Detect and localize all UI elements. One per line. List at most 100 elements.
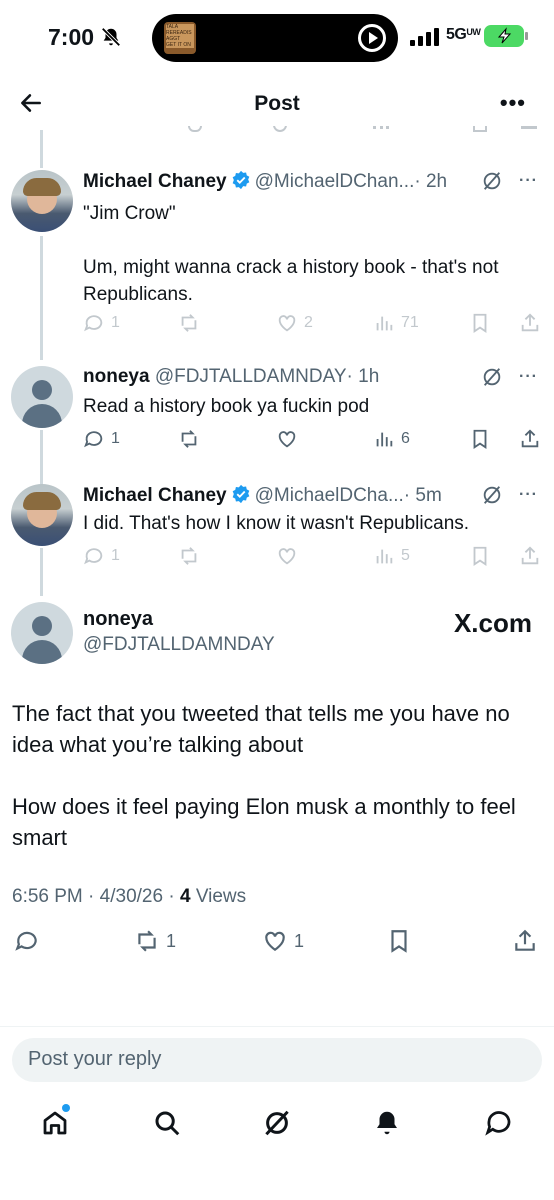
home-icon bbox=[43, 1111, 67, 1135]
reply-header: noneya @FDJTALLDAMNDAY· 1h bbox=[83, 366, 379, 388]
like-button[interactable]: 1 bbox=[262, 928, 304, 954]
post-meta: 6:56 PM · 4/30/26 · 4 Views bbox=[12, 886, 247, 907]
status-bar: 7:00 TALA REREADIS AGGT GET IT ON 5GUW bbox=[0, 0, 554, 76]
author-handle: @MichaelDChan... bbox=[254, 171, 415, 192]
repost-button[interactable] bbox=[178, 545, 206, 567]
grok-icon bbox=[265, 1110, 289, 1136]
bookmark-icon bbox=[473, 313, 487, 333]
reply-icon bbox=[84, 431, 103, 448]
reply-icon bbox=[84, 315, 103, 332]
reply-icon bbox=[15, 931, 37, 951]
now-playing-thumbnail: TALA REREADIS AGGT GET IT ON bbox=[164, 22, 196, 54]
more-icon[interactable]: ··· bbox=[519, 172, 538, 190]
author-name[interactable]: noneya bbox=[83, 366, 150, 387]
reply-input[interactable]: Post your reply bbox=[12, 1038, 542, 1082]
views-icon bbox=[376, 316, 393, 331]
author-name[interactable]: Michael Chaney bbox=[83, 171, 227, 192]
avatar[interactable] bbox=[11, 366, 73, 428]
grok-icon[interactable] bbox=[481, 366, 503, 388]
share-icon bbox=[521, 546, 539, 565]
repost-icon bbox=[138, 930, 156, 952]
grok-icon[interactable] bbox=[481, 170, 503, 192]
share-button[interactable] bbox=[519, 312, 541, 334]
search-icon bbox=[155, 1111, 180, 1136]
reply-button[interactable]: 1 bbox=[83, 428, 120, 450]
clipped-previous-actions bbox=[83, 126, 543, 136]
author-name[interactable]: Michael Chaney bbox=[83, 485, 227, 506]
page-title: Post bbox=[254, 92, 300, 115]
repost-icon bbox=[181, 430, 197, 448]
dynamic-island[interactable]: TALA REREADIS AGGT GET IT ON bbox=[152, 14, 398, 62]
repost-icon bbox=[181, 314, 197, 332]
battery-charging-icon bbox=[484, 25, 528, 47]
more-options-icon[interactable]: ••• bbox=[500, 90, 526, 116]
author-name[interactable]: noneya bbox=[83, 608, 153, 631]
views-button[interactable]: 6 bbox=[373, 428, 410, 450]
reply-text: Read a history book ya fuckin pod bbox=[83, 396, 370, 417]
views-count: 4 bbox=[179, 886, 191, 907]
thread-line bbox=[40, 548, 43, 596]
post-text: The fact that you tweeted that tells me … bbox=[12, 701, 516, 850]
views-button[interactable]: 71 bbox=[373, 312, 419, 334]
reply-icon bbox=[84, 548, 103, 565]
bookmark-icon bbox=[391, 930, 407, 953]
views-icon bbox=[376, 432, 393, 447]
bookmark-button[interactable] bbox=[469, 428, 491, 450]
more-icon[interactable]: ··· bbox=[519, 368, 538, 386]
repost-button[interactable] bbox=[178, 312, 206, 334]
author-handle: @FDJTALLDAMNDAY bbox=[154, 366, 347, 387]
views-button[interactable]: 5 bbox=[373, 545, 410, 567]
xcom-watermark: X.com bbox=[453, 608, 532, 638]
avatar[interactable] bbox=[11, 170, 73, 232]
like-button[interactable] bbox=[276, 545, 304, 567]
thread-line bbox=[40, 236, 43, 360]
share-button[interactable] bbox=[519, 545, 541, 567]
network-type: 5GUW bbox=[446, 26, 481, 43]
reply-button[interactable]: 1 bbox=[83, 545, 120, 567]
tab-search[interactable] bbox=[152, 1108, 182, 1138]
play-icon[interactable] bbox=[358, 24, 386, 52]
avatar[interactable] bbox=[11, 602, 73, 664]
bell-muted-icon bbox=[101, 27, 121, 47]
avatar[interactable] bbox=[11, 484, 73, 546]
views-icon bbox=[376, 549, 393, 564]
reply-button[interactable] bbox=[14, 928, 40, 954]
share-button[interactable] bbox=[512, 928, 538, 954]
heart-icon bbox=[278, 431, 296, 448]
bookmark-icon bbox=[473, 546, 487, 566]
heart-icon bbox=[265, 931, 285, 951]
reply-text: "Jim Crow" Um, might wanna crack a histo… bbox=[83, 203, 499, 305]
repost-button[interactable]: 1 bbox=[134, 928, 176, 954]
reply-button[interactable]: 1 bbox=[83, 312, 120, 334]
author-handle: @FDJTALLDAMNDAY bbox=[83, 634, 275, 655]
share-icon bbox=[521, 313, 539, 332]
like-button[interactable]: 2 bbox=[276, 312, 313, 334]
repost-button[interactable] bbox=[178, 428, 206, 450]
message-icon bbox=[485, 1111, 511, 1136]
more-icon[interactable]: ··· bbox=[519, 486, 538, 504]
post-time: 6:56 PM bbox=[12, 886, 83, 907]
post-menu: ··· bbox=[481, 484, 538, 506]
tab-messages[interactable] bbox=[484, 1108, 514, 1138]
bookmark-button[interactable] bbox=[386, 928, 412, 954]
bookmark-button[interactable] bbox=[469, 312, 491, 334]
views-label: Views bbox=[195, 886, 247, 907]
divider bbox=[0, 1026, 554, 1027]
share-button[interactable] bbox=[519, 428, 541, 450]
grok-icon[interactable] bbox=[481, 484, 503, 506]
share-icon bbox=[515, 929, 535, 951]
like-button[interactable] bbox=[276, 428, 304, 450]
bookmark-icon bbox=[473, 429, 487, 449]
post-time: · 5m bbox=[403, 485, 442, 506]
reply-actions: 1 5 bbox=[83, 545, 543, 571]
author-handle: @MichaelDCha... bbox=[254, 485, 404, 506]
bookmark-button[interactable] bbox=[469, 545, 491, 567]
reply-header: Michael Chaney @MichaelDChan...· 2h bbox=[83, 170, 447, 193]
bell-icon bbox=[377, 1111, 397, 1135]
tab-notifications[interactable] bbox=[372, 1108, 402, 1138]
tab-home[interactable] bbox=[40, 1104, 70, 1138]
verified-badge-icon bbox=[232, 484, 249, 504]
tab-grok[interactable] bbox=[262, 1108, 292, 1138]
verified-badge-icon bbox=[232, 170, 249, 190]
post-actions: 1 1 bbox=[0, 928, 554, 958]
